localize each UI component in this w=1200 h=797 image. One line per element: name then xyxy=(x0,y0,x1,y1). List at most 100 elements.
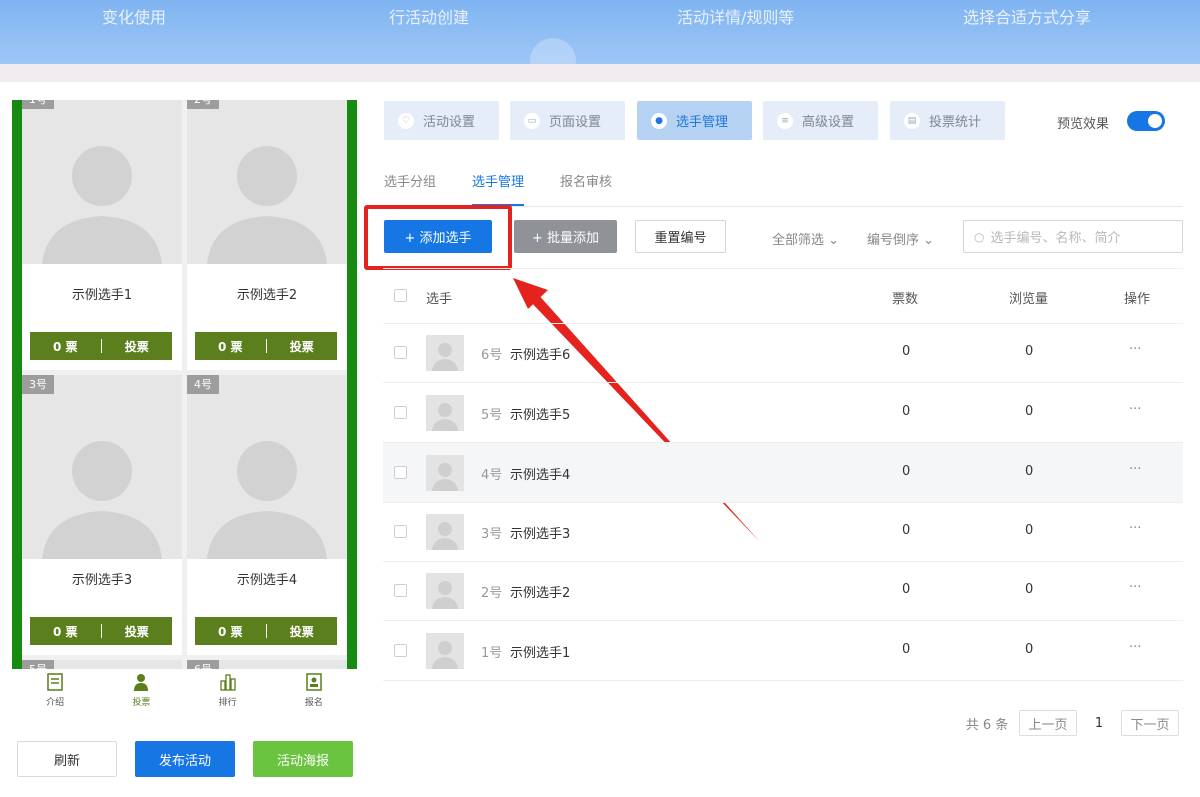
table-row[interactable]: 4号 示例选手4 0 0 ··· xyxy=(383,443,1183,503)
reset-number-button[interactable]: 重置编号 xyxy=(635,220,726,253)
more-actions-icon[interactable]: ··· xyxy=(1129,580,1141,595)
intro-icon xyxy=(47,673,63,691)
player-views: 0 xyxy=(1025,523,1034,538)
avatar-placeholder-icon xyxy=(187,100,347,264)
avatar-placeholder-icon xyxy=(22,100,182,264)
row-checkbox[interactable] xyxy=(394,406,407,419)
header-votes: 票数 xyxy=(892,292,919,307)
vote-bar[interactable]: 0 票 投票 xyxy=(30,332,172,360)
banner-step-3: 活动详情/规则等 xyxy=(677,8,795,27)
poster-button[interactable]: 活动海报 xyxy=(253,741,353,777)
player-number-badge: 1号 xyxy=(22,100,54,109)
preview-player-card[interactable]: 2号 示例选手2 0 票 投票 xyxy=(187,100,347,370)
subtab-signup-review[interactable]: 报名审核 xyxy=(560,171,612,190)
tab-label: 选手管理 xyxy=(676,115,729,130)
player-views: 0 xyxy=(1025,464,1034,479)
tab-label: 高级设置 xyxy=(802,115,855,130)
tab-signup-label: 报名 xyxy=(304,698,323,708)
person-icon xyxy=(134,674,149,691)
top-banner: 变化使用 行活动创建 活动详情/规则等 选择合适方式分享 xyxy=(0,0,1200,64)
row-checkbox[interactable] xyxy=(394,346,407,359)
tab-intro[interactable]: 介绍 xyxy=(12,669,98,717)
player-number-badge: 4号 xyxy=(187,375,219,394)
vote-bar[interactable]: 0 票 投票 xyxy=(195,617,337,645)
more-actions-icon[interactable]: ··· xyxy=(1129,640,1141,655)
table-row[interactable]: 2号 示例选手2 0 0 ··· xyxy=(383,561,1183,621)
row-checkbox[interactable] xyxy=(394,525,407,538)
preview-player-card[interactable]: 3号 示例选手3 0 票 投票 xyxy=(22,375,182,655)
preview-toggle-label: 预览效果 xyxy=(1057,117,1110,132)
preview-player-card[interactable]: 5号 xyxy=(22,660,182,669)
preview-tabbar: 介绍 投票 排行 报名 xyxy=(12,669,357,717)
tab-vote[interactable]: 投票 xyxy=(98,669,184,717)
player-number: 6号 xyxy=(481,348,503,363)
player-views: 0 xyxy=(1025,642,1034,657)
search-icon: ○ xyxy=(974,229,985,244)
row-checkbox[interactable] xyxy=(394,584,407,597)
player-number: 1号 xyxy=(481,646,503,661)
select-all-checkbox[interactable] xyxy=(394,289,407,302)
tab-activity-settings[interactable]: ♡ 活动设置 xyxy=(384,101,499,140)
sort-dropdown[interactable]: 编号倒序 ⌄ xyxy=(867,229,934,248)
tab-player-management[interactable]: ● 选手管理 xyxy=(637,101,752,140)
preview-toggle[interactable] xyxy=(1127,111,1165,131)
current-page[interactable]: 1 xyxy=(1088,710,1110,736)
tab-ranking-label: 排行 xyxy=(218,698,237,708)
person-icon: ● xyxy=(651,112,667,129)
next-page-button[interactable]: 下一页 xyxy=(1121,710,1179,736)
tab-vote-stats[interactable]: ▤ 投票统计 xyxy=(890,101,1005,140)
table-row[interactable]: 5号 示例选手5 0 0 ··· xyxy=(383,383,1183,443)
more-actions-icon[interactable]: ··· xyxy=(1129,342,1141,357)
vote-bar[interactable]: 0 票 投票 xyxy=(195,332,337,360)
vote-button[interactable]: 投票 xyxy=(267,338,338,355)
table-row[interactable]: 6号 示例选手6 0 0 ··· xyxy=(383,323,1183,383)
preview-player-card[interactable]: 6号 xyxy=(187,660,347,669)
tab-advanced-settings[interactable]: ≡ 高级设置 xyxy=(763,101,878,140)
player-number: 5号 xyxy=(481,408,503,423)
tab-intro-label: 介绍 xyxy=(46,698,65,708)
row-checkbox[interactable] xyxy=(394,466,407,479)
filter-all-dropdown[interactable]: 全部筛选 ⌄ xyxy=(772,229,839,248)
tab-signup[interactable]: 报名 xyxy=(271,669,357,717)
vote-count: 0 票 xyxy=(217,339,243,354)
subtab-player-groups[interactable]: 选手分组 xyxy=(384,171,436,190)
vote-count: 0 票 xyxy=(217,624,243,639)
player-number-badge: 2号 xyxy=(187,100,219,109)
tab-ranking[interactable]: 排行 xyxy=(185,669,271,717)
player-votes: 0 xyxy=(902,344,911,359)
vote-button[interactable]: 投票 xyxy=(267,623,338,640)
prev-page-button[interactable]: 上一页 xyxy=(1019,710,1077,736)
player-number-badge: 5号 xyxy=(22,660,54,669)
player-name: 示例选手4 xyxy=(236,573,298,588)
search-input[interactable]: ○ 选手编号、名称、简介 xyxy=(963,220,1183,253)
subtab-player-management[interactable]: 选手管理 xyxy=(472,171,524,190)
preview-player-card[interactable]: 4号 示例选手4 0 票 投票 xyxy=(187,375,347,655)
phone-preview: 1号 示例选手1 0 票投票 2号 示例选手2 0 票投票 3号 示例选手3 0… xyxy=(12,100,357,669)
banner-decoration xyxy=(530,38,576,64)
table-row[interactable]: 3号 示例选手3 0 0 ··· xyxy=(383,502,1183,562)
batch-add-button[interactable]: + 批量添加 xyxy=(514,220,617,253)
advanced-icon: ≡ xyxy=(777,112,793,129)
tab-vote-label: 投票 xyxy=(132,698,151,708)
player-number: 4号 xyxy=(481,468,503,483)
more-actions-icon[interactable]: ··· xyxy=(1129,402,1141,417)
table-row[interactable]: 1号 示例选手1 0 0 ··· xyxy=(383,621,1183,681)
more-actions-icon[interactable]: ··· xyxy=(1129,521,1141,536)
vote-button[interactable]: 投票 xyxy=(102,338,173,355)
table-header: 选手 票数 浏览量 操作 xyxy=(383,268,1183,324)
publish-button[interactable]: 发布活动 xyxy=(135,741,235,777)
more-actions-icon[interactable]: ··· xyxy=(1129,462,1141,477)
avatar-placeholder-icon xyxy=(426,395,464,431)
vote-button[interactable]: 投票 xyxy=(102,623,173,640)
banner-gap xyxy=(0,64,1200,82)
player-number-badge: 3号 xyxy=(22,375,54,394)
tab-page-settings[interactable]: ▭ 页面设置 xyxy=(510,101,625,140)
preview-player-card[interactable]: 1号 示例选手1 0 票 投票 xyxy=(22,100,182,370)
tab-label: 页面设置 xyxy=(549,115,602,130)
row-checkbox[interactable] xyxy=(394,644,407,657)
refresh-button[interactable]: 刷新 xyxy=(17,741,117,777)
player-number-badge: 6号 xyxy=(187,660,219,669)
page-icon: ▭ xyxy=(524,112,540,129)
ranking-icon xyxy=(219,674,236,691)
vote-bar[interactable]: 0 票 投票 xyxy=(30,617,172,645)
